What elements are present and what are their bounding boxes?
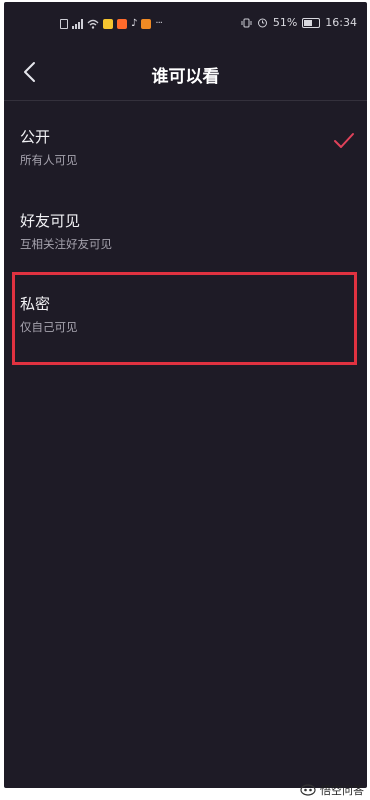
option-public[interactable]: 公开 所有人可见	[4, 126, 367, 206]
clock-time: 16:34	[325, 16, 357, 29]
highlight-box	[12, 272, 357, 365]
option-label: 公开	[20, 128, 51, 146]
sim-icon	[60, 18, 68, 29]
tiktok-icon: ♪	[131, 18, 138, 29]
phone-screen: ♪ ··· 51% 16:34 谁可以看 公开 所有人可见 好友可见 互相关注好…	[4, 2, 367, 788]
alarm-icon	[257, 18, 267, 28]
vibrate-icon	[241, 18, 252, 27]
wukong-logo-icon	[300, 784, 316, 796]
check-icon	[334, 133, 354, 148]
wifi-icon	[87, 19, 99, 29]
status-bar: ♪ ··· 51% 16:34	[4, 2, 367, 48]
more-icon: ···	[155, 18, 162, 29]
option-label: 好友可见	[20, 212, 81, 230]
header-divider	[4, 100, 367, 101]
battery-text: 51%	[272, 16, 298, 29]
watermark: 悟空问答	[300, 782, 364, 798]
option-description: 互相关注好友可见	[20, 237, 112, 251]
battery-icon	[302, 17, 321, 28]
signal-icon	[72, 18, 83, 29]
page-title: 谁可以看	[151, 67, 220, 87]
status-left: ♪ ···	[60, 18, 163, 29]
nav-bar: 谁可以看	[4, 48, 367, 98]
app-icon	[141, 18, 152, 29]
app-icon	[117, 18, 127, 29]
status-right: 51% 16:34	[241, 16, 357, 29]
option-description: 所有人可见	[20, 153, 78, 167]
watermark-text: 悟空问答	[320, 784, 364, 797]
app-icon	[103, 18, 113, 29]
